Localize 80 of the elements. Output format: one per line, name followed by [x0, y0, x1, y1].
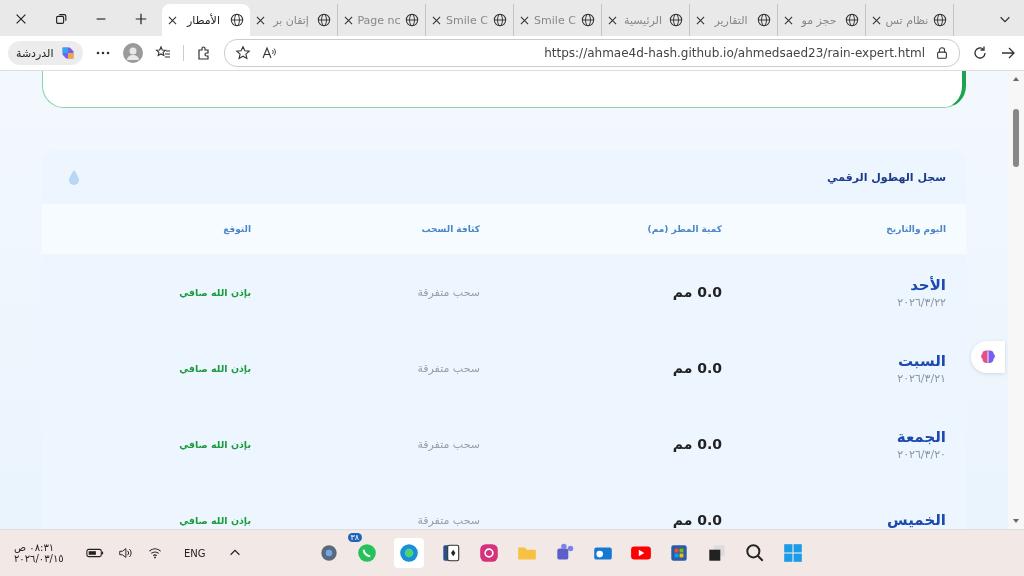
globe-icon: [493, 13, 507, 27]
browser-tab[interactable]: الأمطار: [162, 4, 250, 36]
volume-icon[interactable]: [116, 546, 134, 560]
forward-arrow-icon[interactable]: [1000, 45, 1016, 61]
read-aloud-icon[interactable]: [260, 45, 277, 61]
day-name: الأحد: [909, 275, 946, 294]
browser-icon[interactable]: [397, 542, 420, 564]
browser-tab[interactable]: حجز مو: [778, 4, 866, 36]
forecast-text: بإذن الله صافي: [178, 286, 251, 298]
cloud-density: سحب متفرقة: [416, 361, 480, 375]
notification-badge: ٣٨: [347, 533, 363, 542]
star-icon[interactable]: [234, 45, 251, 61]
date-text: ٢٠٢٦/٣/٢٢: [896, 295, 946, 309]
browser-tab[interactable]: الرئيسية: [602, 4, 690, 36]
close-icon[interactable]: [168, 15, 177, 25]
day-name: الجمعة: [895, 427, 946, 446]
rain-amount: 0.0 مم: [671, 360, 722, 376]
browser-tab[interactable]: Page nc: [338, 4, 426, 36]
camera-icon[interactable]: [477, 542, 500, 564]
close-icon[interactable]: [872, 15, 881, 25]
assistant-button[interactable]: [971, 341, 1005, 373]
profile-avatar-icon[interactable]: [122, 43, 143, 63]
date-text: ٢٠٢٦/٣/٢٠: [896, 447, 946, 461]
scrollbar-thumb[interactable]: [1013, 109, 1019, 167]
globe-icon: [230, 13, 244, 27]
browser-tab[interactable]: التقارير: [690, 4, 778, 36]
wifi-icon[interactable]: [146, 546, 164, 560]
rain-amount: 0.0 مم: [671, 512, 722, 528]
globe-icon: [669, 13, 683, 27]
close-icon[interactable]: [14, 12, 28, 26]
globe-icon: [757, 13, 771, 27]
globe-icon: [581, 13, 595, 27]
battery-icon[interactable]: [86, 546, 104, 560]
column-header: التوقع: [222, 224, 251, 234]
close-icon[interactable]: [784, 15, 793, 25]
close-icon[interactable]: [520, 15, 529, 25]
date-text: ٢٠٢٦/٣/٢١: [896, 371, 946, 385]
clock-date[interactable]: ٢٠٢٦/٠٣/١٥: [14, 553, 64, 564]
rain-amount: 0.0 مم: [671, 436, 722, 452]
clock-time[interactable]: ٠٨:٣١ ص: [14, 542, 55, 553]
cloud-density: سحب متفرقة: [416, 513, 480, 527]
close-icon[interactable]: [696, 15, 705, 25]
search-icon[interactable]: [743, 542, 766, 564]
forecast-text: بإذن الله صافي: [178, 514, 251, 526]
column-header: كثافة السحب: [420, 224, 480, 234]
globe-icon: [845, 13, 859, 27]
day-name: السبت: [896, 351, 946, 370]
column-header: اليوم والتاريخ: [885, 224, 946, 234]
water-drop-icon: [68, 169, 80, 185]
column-header: كمية المطر (مم): [646, 224, 722, 234]
lock-icon[interactable]: [935, 46, 949, 60]
forecast-text: بإذن الله صافي: [178, 362, 251, 374]
browser-tab[interactable]: نظام تس: [866, 4, 954, 36]
forecast-text: بإذن الله صافي: [178, 438, 251, 450]
close-icon[interactable]: [344, 15, 353, 25]
close-icon[interactable]: [608, 15, 617, 25]
language-indicator[interactable]: ENG: [184, 547, 206, 559]
restore-icon[interactable]: [54, 12, 68, 26]
globe-icon: [405, 13, 419, 27]
chat-button[interactable]: الدردشة: [8, 41, 83, 65]
extensions-icon[interactable]: [195, 45, 212, 61]
browser-tab[interactable]: Smile C: [426, 4, 514, 36]
scroll-up-icon[interactable]: [1012, 75, 1020, 83]
cloud-density: سحب متفرقة: [416, 285, 480, 299]
cloud-density: سحب متفرقة: [416, 437, 480, 451]
day-name: الخميس: [886, 511, 946, 529]
brain-icon: [979, 348, 997, 366]
start-icon[interactable]: [781, 542, 804, 564]
rain-amount: 0.0 مم: [671, 284, 722, 300]
favorites-icon[interactable]: [154, 45, 171, 61]
section-title: سجل الهطول الرقمي: [827, 170, 946, 184]
close-icon[interactable]: [256, 15, 265, 25]
close-icon[interactable]: [432, 15, 441, 25]
address-field[interactable]: https://ahmae4d-hash.github.io/ahmedsaed23/rain-expert.html: [223, 39, 960, 67]
scroll-down-icon[interactable]: [1012, 517, 1020, 525]
refresh-icon[interactable]: [972, 45, 988, 61]
new-tab-icon[interactable]: [134, 12, 148, 26]
globe-icon: [933, 13, 947, 27]
globe-icon: [317, 13, 331, 27]
browser-tab[interactable]: Smile C: [514, 4, 602, 36]
